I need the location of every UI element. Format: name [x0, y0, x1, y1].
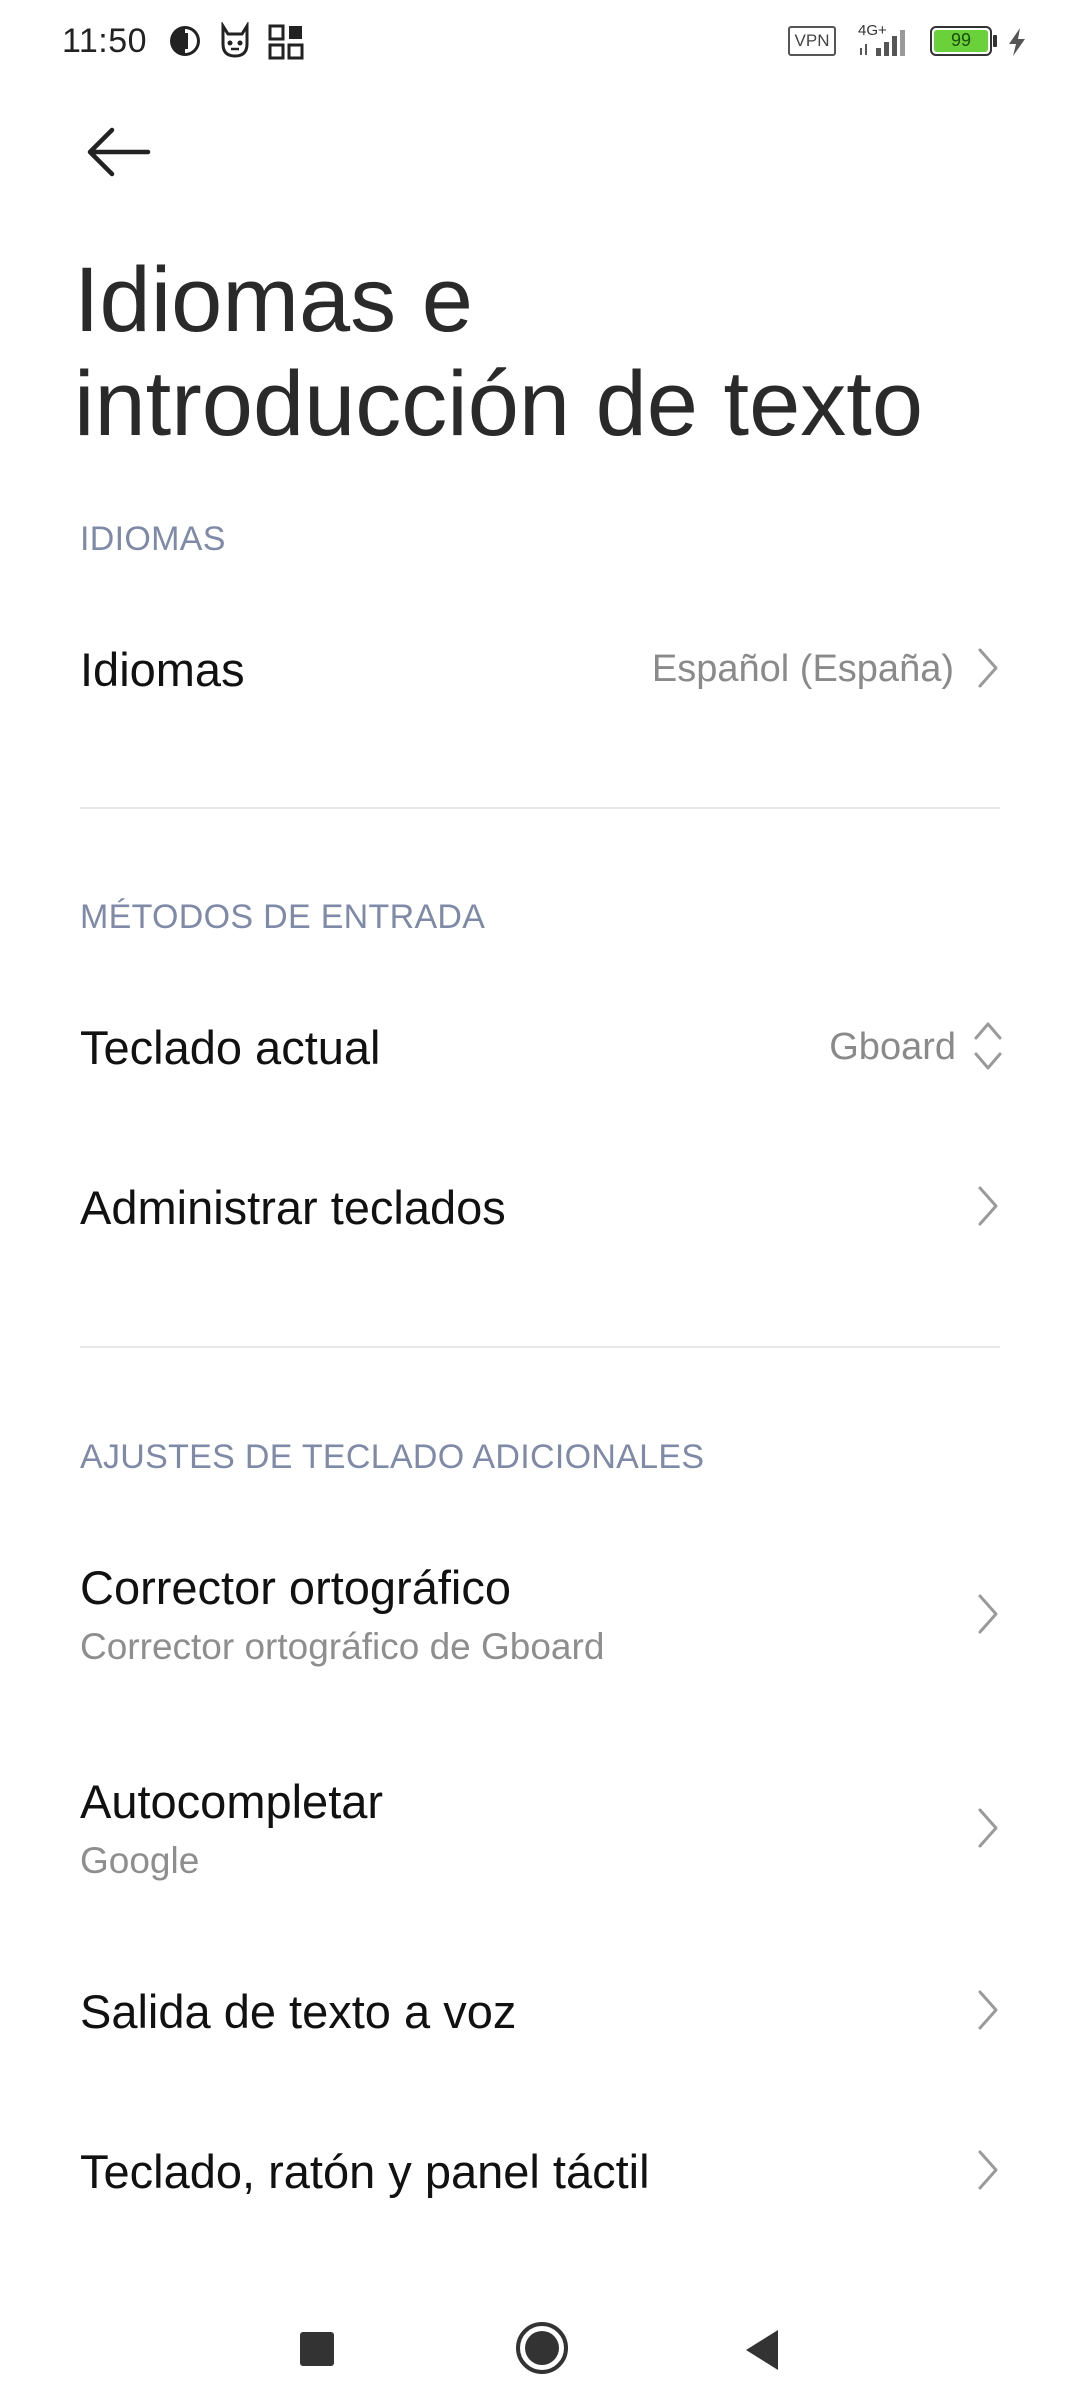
navigation-bar	[0, 2290, 1080, 2400]
manage-keyboards-title: Administrar teclados	[80, 1181, 506, 1234]
battery-tip	[993, 35, 997, 47]
status-time: 11:50	[62, 22, 148, 60]
autofill-title: Autocompletar	[80, 1775, 384, 1828]
chevron-right-icon	[978, 1808, 998, 1848]
pie-status-icon	[170, 26, 200, 56]
spell-checker-row[interactable]: Corrector ortográfico Corrector ortográf…	[0, 1530, 1080, 1700]
arrow-left-icon	[87, 127, 151, 177]
section-header-input-methods: MÉTODOS DE ENTRADA	[80, 898, 486, 936]
signal-icon	[860, 30, 905, 56]
chevron-right-icon	[978, 1186, 998, 1226]
battery-icon: 99	[930, 26, 992, 56]
qr-grid-icon	[268, 24, 304, 60]
status-bar: 11:50 VPN 4G+ 99	[0, 0, 1080, 84]
divider	[80, 1346, 1000, 1348]
page-title-line1: Idiomas e	[74, 249, 473, 351]
languages-row[interactable]: Idiomas Español (España)	[0, 608, 1080, 728]
manage-keyboards-row[interactable]: Administrar teclados	[0, 1146, 1080, 1266]
languages-title: Idiomas	[80, 643, 245, 696]
home-circle-icon	[516, 2322, 568, 2374]
section-header-additional: AJUSTES DE TECLADO ADICIONALES	[80, 1438, 705, 1476]
autofill-row[interactable]: Autocompletar Google	[0, 1744, 1080, 1914]
chevron-right-icon	[978, 648, 998, 688]
back-triangle-icon	[746, 2330, 778, 2370]
spell-checker-title: Corrector ortográfico	[80, 1561, 511, 1614]
recents-button[interactable]	[278, 2310, 358, 2390]
vpn-label: VPN	[794, 31, 830, 50]
charging-bolt-icon	[1009, 28, 1025, 56]
chevron-right-icon	[978, 1594, 998, 1634]
page-title: Idiomas e introducción de texto	[74, 248, 1034, 456]
keyboard-mouse-row[interactable]: Teclado, ratón y panel táctil	[0, 2110, 1080, 2230]
back-button[interactable]	[72, 110, 162, 190]
cat-face-icon	[221, 22, 249, 58]
current-keyboard-row[interactable]: Teclado actual Gboard	[0, 986, 1080, 1106]
current-keyboard-value: Gboard	[829, 1026, 956, 1068]
current-keyboard-title: Teclado actual	[80, 1021, 381, 1074]
tts-row[interactable]: Salida de texto a voz	[0, 1950, 1080, 2070]
spell-checker-subtitle: Corrector ortográfico de Gboard	[80, 1626, 605, 1667]
home-button[interactable]	[500, 2306, 584, 2390]
page-title-line2: introducción de texto	[74, 353, 923, 455]
vpn-icon: VPN	[788, 26, 836, 56]
chevron-right-icon	[978, 1990, 998, 2030]
languages-value: Español (España)	[651, 648, 954, 690]
recents-square-icon	[300, 2332, 334, 2366]
autofill-subtitle: Google	[80, 1840, 200, 1881]
settings-page: 11:50 VPN 4G+ 99 Idiomas e introducción …	[0, 0, 1080, 2400]
tts-title: Salida de texto a voz	[80, 1985, 517, 2038]
nav-back-button[interactable]	[722, 2310, 802, 2390]
keyboard-mouse-title: Teclado, ratón y panel táctil	[80, 2145, 650, 2198]
battery-level: 99	[950, 30, 972, 50]
chevron-right-icon	[978, 2150, 998, 2190]
divider	[80, 807, 1000, 809]
chevron-up-down-icon	[974, 1022, 1002, 1070]
section-header-idiomas: IDIOMAS	[80, 520, 226, 558]
